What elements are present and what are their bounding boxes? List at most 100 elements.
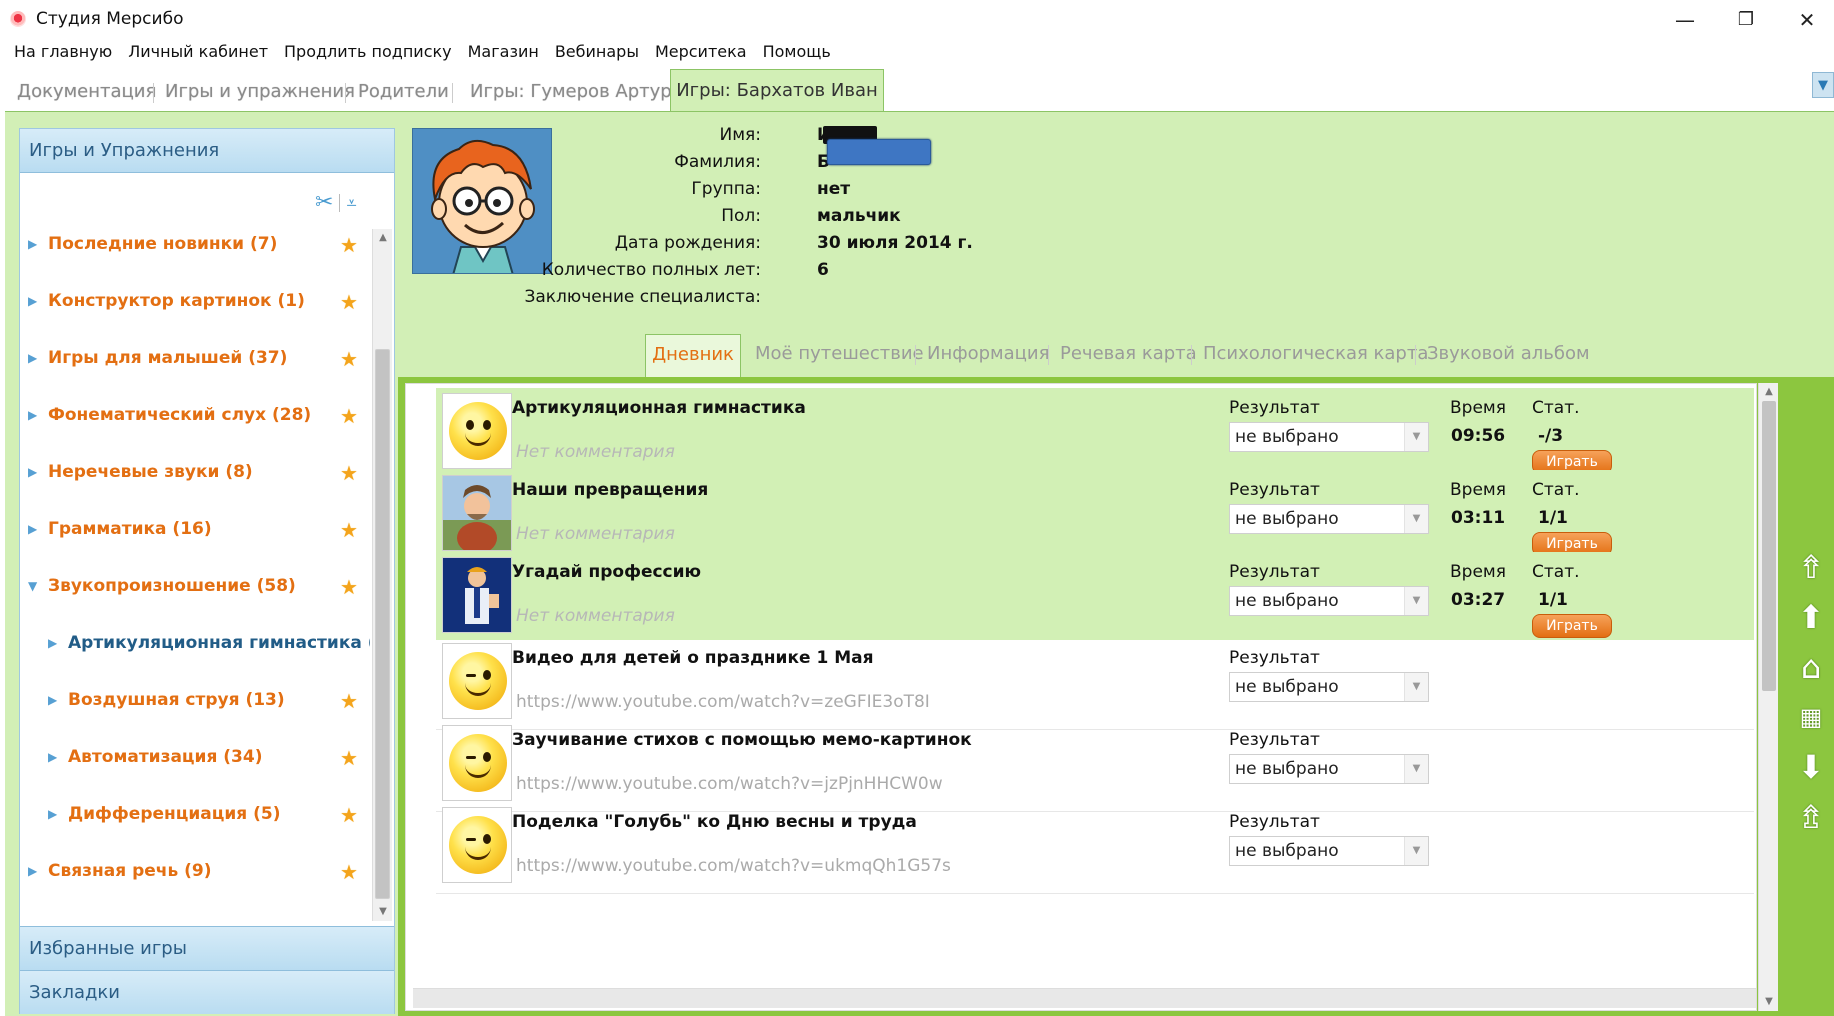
star-icon[interactable]: ★ (340, 292, 360, 312)
tab-games-exercises[interactable]: Игры и упражнения (165, 81, 355, 102)
chevron-down-icon[interactable]: ▼ (1404, 755, 1428, 783)
result-select[interactable]: не выбрано ▼ (1229, 504, 1429, 534)
star-icon[interactable]: ★ (340, 805, 360, 825)
scroll-up-icon[interactable]: ▲ (1762, 383, 1776, 401)
expand-arrow-icon[interactable]: ▶ (28, 343, 37, 373)
star-icon[interactable]: ★ (340, 463, 360, 483)
minimize-icon[interactable]: — (1662, 4, 1708, 36)
tree-item[interactable]: ▶ Грамматика (16) ★ (20, 514, 370, 544)
jump-to-top-icon[interactable]: ⇮ (1791, 547, 1831, 587)
expand-arrow-icon[interactable]: ▶ (28, 856, 37, 886)
diary-row[interactable]: Поделка "Голубь" ко Дню весны и труда ht… (436, 802, 1754, 894)
diary-row[interactable]: Угадай профессию Нет комментария Результ… (436, 552, 1754, 644)
row-comment[interactable]: Нет комментария (516, 524, 675, 544)
tab-overflow-icon[interactable]: ▼ (1812, 72, 1834, 98)
star-icon[interactable]: ★ (340, 235, 360, 255)
tree-item[interactable]: ▶ Неречевые звуки (8) ★ (20, 457, 370, 487)
tree-subitem-selected[interactable]: ▶ Артикуляционная гимнастика (6) (20, 628, 370, 658)
expand-arrow-icon[interactable]: ▶ (48, 799, 57, 829)
scroll-up-icon[interactable]: ▲ (376, 229, 390, 247)
expand-arrow-icon[interactable]: ▶ (28, 514, 37, 544)
expand-arrow-icon[interactable]: ▶ (48, 628, 57, 658)
tree-item[interactable]: ▶ Связная речь (9) ★ (20, 856, 370, 886)
arrow-up-icon[interactable]: ⬆ (1791, 597, 1831, 637)
tree-scrollbar[interactable]: ▲ ▼ (372, 229, 392, 921)
collapse-arrow-icon[interactable]: ▼ (28, 571, 37, 601)
expand-arrow-icon[interactable]: ▶ (28, 286, 37, 316)
horizontal-scrollbar[interactable] (413, 988, 1756, 1008)
tab-information[interactable]: Информация (927, 334, 1049, 374)
star-icon[interactable]: ★ (340, 748, 360, 768)
chevron-down-icon[interactable]: ▼ (1404, 837, 1428, 865)
result-select[interactable]: не выбрано ▼ (1229, 672, 1429, 702)
jump-to-bottom-icon[interactable]: ⇯ (1791, 797, 1831, 837)
star-icon[interactable]: ★ (340, 577, 360, 597)
filter-icon[interactable]: ⩡ (346, 193, 356, 214)
menu-item-subscription[interactable]: Продлить подписку (276, 38, 460, 66)
home-icon[interactable]: ⌂ (1791, 647, 1831, 687)
star-icon[interactable]: ★ (340, 691, 360, 711)
tab-diary[interactable]: Дневник (645, 334, 741, 378)
chevron-down-icon[interactable]: ▼ (1404, 587, 1428, 615)
menu-item-home[interactable]: На главную (0, 38, 120, 66)
scroll-thumb[interactable] (375, 349, 390, 899)
play-button[interactable]: Играть (1532, 614, 1612, 638)
tab-sound-album[interactable]: Звуковой альбом (1427, 334, 1590, 374)
chevron-down-icon[interactable]: ▼ (1404, 505, 1428, 533)
scroll-thumb[interactable] (1762, 401, 1776, 691)
menu-item-webinars[interactable]: Вебинары (547, 38, 647, 66)
tab-speech-card[interactable]: Речевая карта (1060, 334, 1197, 374)
tab-games-barkhatov[interactable]: Игры: Бархатов Иван (670, 69, 884, 113)
diary-row[interactable]: Артикуляционная гимнастика Нет комментар… (436, 388, 1754, 480)
tab-parents[interactable]: Родители (358, 81, 449, 102)
tree-item[interactable]: ▼ Звукопроизношение (58) ★ (20, 571, 370, 601)
result-select[interactable]: не выбрано ▼ (1229, 836, 1429, 866)
expand-arrow-icon[interactable]: ▶ (28, 229, 37, 259)
menu-item-shop[interactable]: Магазин (460, 38, 547, 66)
row-comment[interactable]: Нет комментария (516, 606, 675, 626)
calendar-icon[interactable]: ▦ (1791, 697, 1831, 737)
panel-header[interactable]: Игры и Упражнения (20, 129, 394, 173)
video-link[interactable]: https://www.youtube.com/watch?v=jzPjnHHC… (516, 774, 943, 794)
tree-item[interactable]: ▶ Конструктор картинок (1) ★ (20, 286, 370, 316)
row-comment[interactable]: Нет комментария (516, 442, 675, 462)
tab-games-gumerov[interactable]: Игры: Гумеров Артур (470, 81, 672, 102)
tab-psychology-card[interactable]: Психологическая карта (1203, 334, 1428, 374)
video-link[interactable]: https://www.youtube.com/watch?v=ukmqQh1G… (516, 856, 951, 876)
star-icon[interactable]: ★ (340, 406, 360, 426)
restore-icon[interactable]: ❐ (1723, 4, 1769, 36)
video-link[interactable]: https://www.youtube.com/watch?v=zeGFIE3o… (516, 692, 930, 712)
result-select[interactable]: не выбрано ▼ (1229, 422, 1429, 452)
menu-item-account[interactable]: Личный кабинет (120, 38, 276, 66)
tree-subitem[interactable]: ▶ Воздушная струя (13) ★ (20, 685, 370, 715)
star-icon[interactable]: ★ (340, 862, 360, 882)
diary-row[interactable]: Заучивание стихов с помощью мемо-картино… (436, 720, 1754, 812)
tree-item[interactable]: ▶ Фонематический слух (28) ★ (20, 400, 370, 430)
favorites-header[interactable]: Избранные игры (20, 926, 394, 970)
menu-item-help[interactable]: Помощь (755, 38, 839, 66)
diary-row[interactable]: Наши превращения Нет комментария Результ… (436, 470, 1754, 562)
bookmarks-header[interactable]: Закладки (20, 970, 394, 1014)
arrow-down-icon[interactable]: ⬇ (1791, 747, 1831, 787)
tools-icon[interactable]: ✂ (315, 191, 333, 215)
chevron-down-icon[interactable]: ▼ (1404, 423, 1428, 451)
tree-subitem[interactable]: ▶ Дифференциация (5) ★ (20, 799, 370, 829)
diary-row[interactable]: Видео для детей о празднике 1 Мая https:… (436, 638, 1754, 730)
result-select[interactable]: не выбрано ▼ (1229, 754, 1429, 784)
scroll-down-icon[interactable]: ▼ (1762, 993, 1776, 1011)
diary-scrollbar[interactable]: ▲ ▼ (1758, 383, 1778, 1011)
expand-arrow-icon[interactable]: ▶ (48, 685, 57, 715)
expand-arrow-icon[interactable]: ▶ (28, 400, 37, 430)
tree-item[interactable]: ▶ Последние новинки (7) ★ (20, 229, 370, 259)
star-icon[interactable]: ★ (340, 349, 360, 369)
tab-documentation[interactable]: Документация (17, 81, 156, 102)
tree-subitem[interactable]: ▶ Автоматизация (34) ★ (20, 742, 370, 772)
menu-item-library[interactable]: Мерситека (647, 38, 755, 66)
expand-arrow-icon[interactable]: ▶ (28, 457, 37, 487)
star-icon[interactable]: ★ (340, 520, 360, 540)
chevron-down-icon[interactable]: ▼ (1404, 673, 1428, 701)
tab-journey[interactable]: Моё путешествие (755, 334, 924, 374)
result-select[interactable]: не выбрано ▼ (1229, 586, 1429, 616)
tree-item[interactable]: ▶ Игры для малышей (37) ★ (20, 343, 370, 373)
expand-arrow-icon[interactable]: ▶ (48, 742, 57, 772)
